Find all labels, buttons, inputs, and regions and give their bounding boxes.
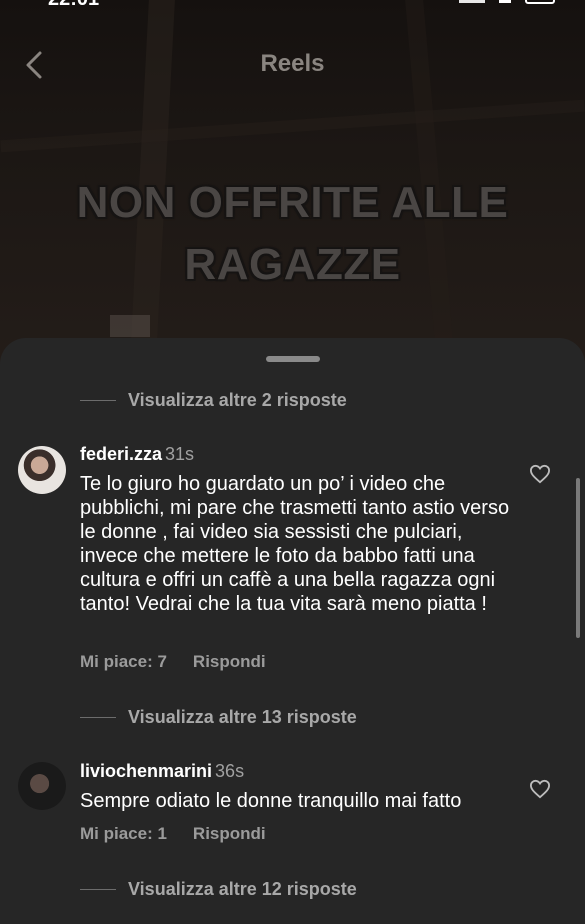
comment-text: Sempre odiato le donne tranquillo mai fa… — [80, 790, 462, 812]
comment-actions: Mi piace: 7 Rispondi — [80, 652, 266, 672]
status-icons — [459, 0, 555, 4]
video-beam — [0, 99, 585, 153]
comment-actions: Mi piace: 1 Rispondi — [80, 824, 266, 844]
view-more-replies-label: Visualizza altre 13 risposte — [128, 707, 357, 727]
status-time: 22:01 — [48, 0, 99, 11]
comment-text: Te lo giuro ho guardato un po’ i video c… — [80, 473, 510, 615]
divider-line — [80, 400, 116, 401]
view-more-replies-label: Visualizza altre 12 risposte — [128, 879, 357, 899]
battery-icon — [525, 0, 555, 4]
heart-icon — [529, 464, 551, 484]
avatar[interactable] — [18, 446, 66, 494]
signal-icon — [459, 0, 485, 3]
view-more-replies-button[interactable]: Visualizza altre 12 risposte — [80, 879, 357, 900]
scrollbar[interactable] — [576, 478, 580, 638]
video-overlay-text: NON OFFRITE ALLE RAGAZZE — [0, 172, 585, 296]
comment-likes-count[interactable]: Mi piace: 7 — [80, 652, 167, 672]
reply-button[interactable]: Rispondi — [193, 652, 266, 672]
comment-header: liviochenmarini 36s — [80, 761, 244, 782]
overlay-line-2: RAGAZZE — [184, 240, 401, 289]
sheet-drag-handle[interactable] — [266, 356, 320, 362]
like-button[interactable] — [529, 464, 551, 484]
comment-header: federi.zza 31s — [80, 444, 194, 465]
overlay-line-1: NON OFFRITE ALLE — [76, 178, 509, 227]
comment-time: 31s — [165, 444, 195, 464]
view-more-replies-label: Visualizza altre 2 risposte — [128, 390, 347, 410]
divider-line — [80, 889, 116, 890]
comment-username[interactable]: federi.zza — [80, 444, 162, 464]
avatar[interactable] — [18, 762, 66, 810]
like-button[interactable] — [529, 779, 551, 799]
divider-line — [80, 717, 116, 718]
heart-icon — [529, 779, 551, 799]
comment-likes-count[interactable]: Mi piace: 1 — [80, 824, 167, 844]
comments-sheet: Visualizza altre 2 risposte federi.zza 31… — [0, 338, 585, 924]
reply-button[interactable]: Rispondi — [193, 824, 266, 844]
page-title: Reels — [260, 50, 325, 77]
wifi-icon — [499, 0, 511, 3]
comment-time: 36s — [215, 761, 245, 781]
view-more-replies-button[interactable]: Visualizza altre 2 risposte — [80, 390, 347, 411]
view-more-replies-button[interactable]: Visualizza altre 13 risposte — [80, 707, 357, 728]
video-patch — [110, 315, 150, 337]
comment-username[interactable]: liviochenmarini — [80, 761, 212, 781]
